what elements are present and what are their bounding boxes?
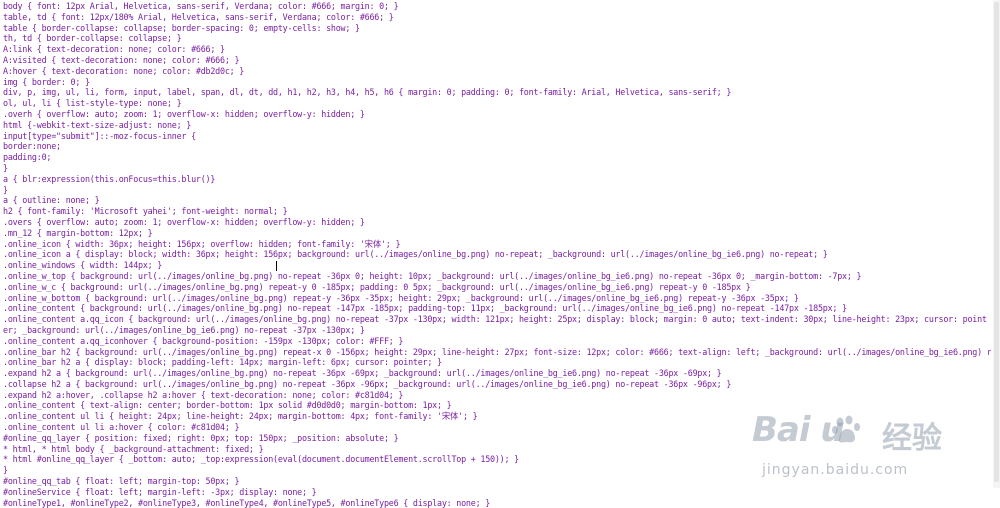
- code-line: .online_content a.qq_iconhover { backgro…: [3, 335, 404, 346]
- code-line: #online_qq_tab { float: left; margin-top…: [3, 476, 240, 487]
- code-line: * html, * html body { _background-attach…: [3, 443, 264, 454]
- code-line: A:visited { text-decoration: none; color…: [3, 54, 240, 65]
- vertical-scrollbar[interactable]: [993, 0, 1000, 488]
- code-line: * html #online_qq_layer { _bottom: auto;…: [3, 454, 519, 465]
- code-line: border:none;: [3, 141, 61, 152]
- code-line: body { font: 12px Arial, Helvetica, sans…: [3, 1, 399, 11]
- code-line: .online_icon { width: 36px; height: 156p…: [3, 238, 401, 249]
- code-line: .overs { overflow: auto; zoom: 1; overfl…: [3, 216, 365, 227]
- code-line: A:link { text-decoration: none; color: #…: [3, 44, 225, 55]
- code-line: A:hover { text-decoration: none; color: …: [3, 65, 245, 76]
- code-line: }: [3, 162, 8, 173]
- scrollbar-thumb[interactable]: [994, 2, 999, 482]
- code-line: .online_w_bottom { background: url(../im…: [3, 292, 799, 303]
- code-line: .online_content { background: url(../ima…: [3, 303, 847, 314]
- code-line: .online_content a.qq_icon { background: …: [3, 314, 987, 335]
- code-line: table, td { font: 12px/180% Arial, Helve…: [3, 11, 394, 22]
- code-line: input[type="submit"]::-moz-focus-inner {: [3, 130, 196, 141]
- code-line: .online_content { text-align: center; bo…: [3, 400, 452, 411]
- code-line: .online_content ul li a:hover { color: #…: [3, 422, 240, 433]
- code-line: .online_w_c { background: url(../images/…: [3, 281, 751, 292]
- code-line: .online_content ul li { height: 24px; li…: [3, 411, 478, 422]
- code-line: .online_bar h2 { background: url(../imag…: [3, 346, 991, 357]
- code-line: html {-webkit-text-size-adjust: none; }: [3, 119, 192, 130]
- code-line: img { border: 0; }: [3, 76, 90, 87]
- code-line: ol, ul, li { list-style-type: none; }: [3, 98, 182, 109]
- code-line: }: [3, 184, 8, 195]
- code-line: div, p, img, ul, li, form, input, label,…: [3, 87, 732, 98]
- code-line: h2 { font-family: 'Microsoft yahei'; fon…: [3, 206, 288, 217]
- code-line: .online_icon a { display: block; width: …: [3, 249, 828, 260]
- text-cursor: [276, 261, 277, 271]
- code-line: padding:0;: [3, 152, 52, 163]
- code-line: }: [3, 465, 8, 476]
- code-line: .online_w_top { background: url(../image…: [3, 270, 862, 281]
- code-line: th, td { border-collapse: collapse; }: [3, 33, 182, 44]
- code-line: .expand h2 a { background: url(../images…: [3, 368, 722, 379]
- code-line: #online_qq_layer { position: fixed; righ…: [3, 432, 399, 443]
- code-line: .online_windows { width: 144px; }: [3, 260, 163, 271]
- code-line: .mn_12 { margin-bottom: 12px; }: [3, 227, 153, 238]
- code-area[interactable]: body { font: 12px Arial, Helvetica, sans…: [3, 1, 991, 508]
- code-line: .collapse h2 a { background: url(../imag…: [3, 378, 732, 389]
- code-line: .overh { overflow: auto; zoom: 1; overfl…: [3, 108, 365, 119]
- code-line: a { outline: none; }: [3, 195, 100, 206]
- code-editor[interactable]: body { font: 12px Arial, Helvetica, sans…: [0, 0, 994, 508]
- code-line: table { border-collapse: collapse; borde…: [3, 22, 360, 33]
- code-line: a { blr:expression(this.onFocus=this.blu…: [3, 173, 216, 184]
- code-line: .online_bar h2 a { display: block; paddi…: [3, 357, 442, 368]
- code-line: #onlineType1, #onlineType2, #onlineType3…: [3, 497, 491, 508]
- code-line: .expand h2 a:hover, .collapse h2 a:hover…: [3, 389, 404, 400]
- code-line: #onlineService { float: left; margin-lef…: [3, 486, 317, 497]
